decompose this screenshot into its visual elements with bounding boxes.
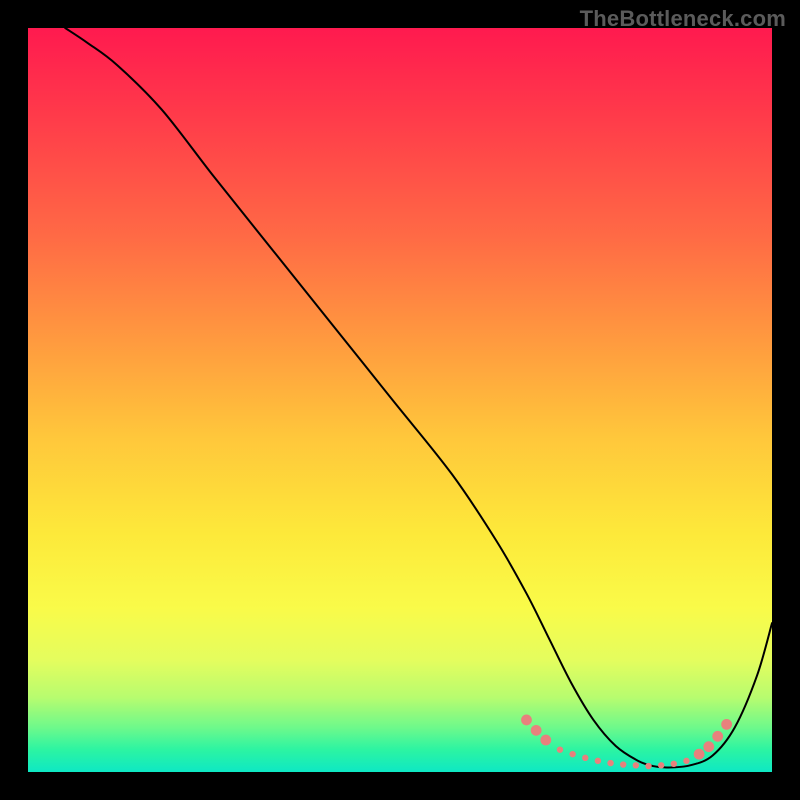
trough-markers	[521, 715, 732, 770]
trough-marker	[521, 715, 532, 726]
trough-marker	[607, 760, 613, 766]
trough-marker	[694, 749, 705, 760]
trough-marker	[658, 762, 664, 768]
trough-marker	[712, 731, 723, 742]
watermark-text: TheBottleneck.com	[580, 6, 786, 32]
trough-marker	[703, 741, 714, 752]
trough-marker	[557, 746, 563, 752]
trough-marker	[595, 758, 601, 764]
chart-frame: TheBottleneck.com	[0, 0, 800, 800]
plot-area	[28, 28, 772, 772]
trough-marker	[671, 761, 677, 767]
trough-marker	[531, 725, 542, 736]
trough-marker	[620, 761, 626, 767]
trough-marker	[683, 758, 689, 764]
trough-marker	[633, 762, 639, 768]
bottleneck-curve	[65, 28, 772, 768]
chart-svg	[28, 28, 772, 772]
trough-marker	[721, 719, 732, 730]
trough-marker	[582, 755, 588, 761]
trough-marker	[540, 735, 551, 746]
trough-marker	[645, 763, 651, 769]
trough-marker	[569, 751, 575, 757]
